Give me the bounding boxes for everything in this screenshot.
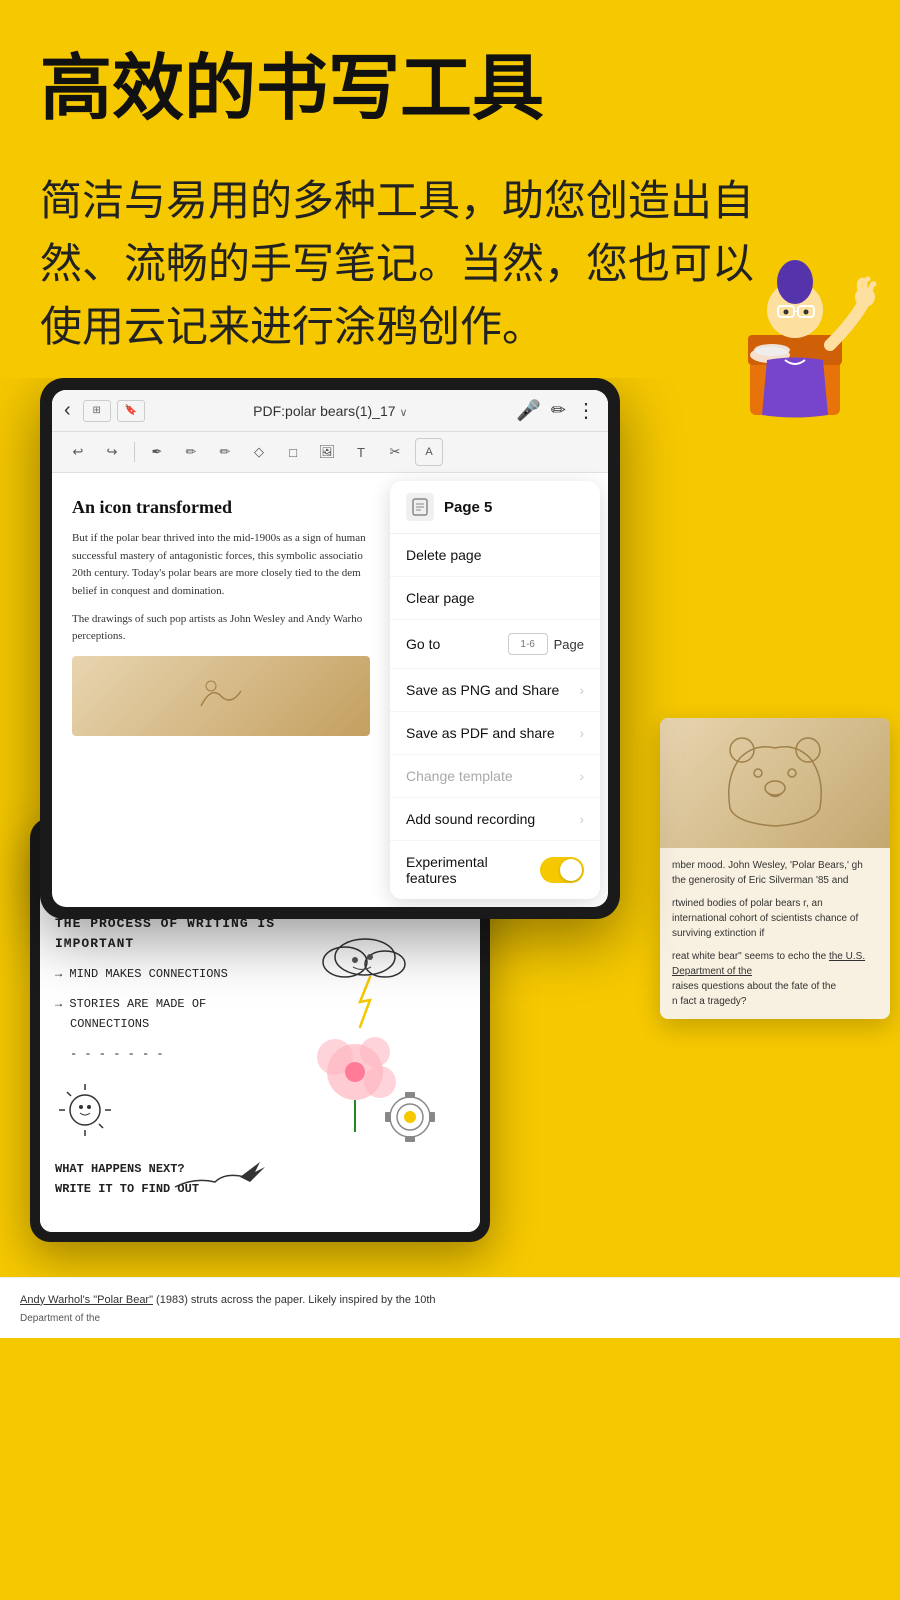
clip-tool[interactable]: ✂ xyxy=(381,438,409,466)
svg-text:WRITE IT TO FIND OUT: WRITE IT TO FIND OUT xyxy=(55,1182,199,1196)
save-png-item[interactable]: Save as PNG and Share › xyxy=(390,669,600,712)
goto-row: Page xyxy=(508,633,584,655)
handwriting-svg: THE PROCESS OF WRITING IS IMPORTANT → MI… xyxy=(40,892,480,1232)
top-section: 高效的书写工具 简洁与易用的多种工具，助您创造出自然、流畅的手写笔记。当然，您也… xyxy=(0,0,900,378)
dropdown-header: Page 5 xyxy=(390,481,600,534)
tool-divider xyxy=(134,442,135,462)
subtitle: 简洁与易用的多种工具，助您创造出自然、流畅的手写笔记。当然，您也可以使用云记来进… xyxy=(40,169,790,358)
page-title-label: Page 5 xyxy=(444,499,492,516)
pen-icon[interactable]: ✏ xyxy=(551,400,566,421)
text-tool[interactable]: T xyxy=(347,438,375,466)
pen-tool[interactable]: ✒ xyxy=(143,438,171,466)
select-tool[interactable]: □ xyxy=(279,438,307,466)
svg-text:- - - - - - -: - - - - - - - xyxy=(70,1047,164,1061)
svg-text:IMPORTANT: IMPORTANT xyxy=(55,936,134,951)
toggle-knob xyxy=(560,859,582,881)
back-button[interactable]: ‹ xyxy=(64,399,71,422)
page-icon xyxy=(406,493,434,521)
eraser-tool[interactable]: ◇ xyxy=(245,438,273,466)
grid-icon[interactable]: ⊞ xyxy=(83,400,111,422)
toolbar-icons: ⊞ 🔖 xyxy=(83,400,145,422)
handwriting-content: THE PROCESS OF WRITING IS IMPORTANT → MI… xyxy=(40,892,480,1232)
bear-sketch xyxy=(660,718,890,848)
svg-text:→ STORIES ARE MADE OF: → STORIES ARE MADE OF xyxy=(55,997,206,1011)
dropdown-menu: Page 5 Delete page Clear page Go to xyxy=(390,481,600,899)
mic-icon[interactable]: 🎤 xyxy=(516,398,541,423)
doc-para1: But if the polar bear thrived into the m… xyxy=(72,530,370,600)
add-sound-item[interactable]: Add sound recording › xyxy=(390,798,600,841)
chevron-right-icon4: › xyxy=(579,811,584,827)
main-title: 高效的书写工具 xyxy=(40,50,860,129)
save-pdf-item[interactable]: Save as PDF and share › xyxy=(390,712,600,755)
ipad-main-toolbar2: ↩ ↪ ✒ ✏ ✏ ◇ □ 🖼 T ✂ A xyxy=(52,432,608,473)
pencil-tool[interactable]: ✏ xyxy=(177,438,205,466)
svg-text:→ MIND MAKES CONNECTIONS: → MIND MAKES CONNECTIONS xyxy=(55,967,228,981)
more-icon[interactable]: ⋮ xyxy=(576,398,596,423)
right-text-1: mber mood. John Wesley, 'Polar Bears,' g… xyxy=(672,858,878,888)
experimental-item[interactable]: Experimental features xyxy=(390,841,600,899)
experimental-toggle[interactable] xyxy=(540,857,584,883)
page-number-input[interactable] xyxy=(508,633,548,655)
document-title: PDF:polar bears(1)_17 ∨ xyxy=(153,403,508,419)
chevron-right-icon3: › xyxy=(579,768,584,784)
undo-button[interactable]: ↩ xyxy=(64,438,92,466)
doc-para2: The drawings of such pop artists as John… xyxy=(72,611,370,646)
document-content: An icon transformed But if the polar bea… xyxy=(52,473,390,907)
chevron-right-icon2: › xyxy=(579,725,584,741)
font-tool[interactable]: A xyxy=(415,438,443,466)
bottom-strip: Andy Warhol's "Polar Bear" (1983) struts… xyxy=(0,1277,900,1339)
right-doc-panel: mber mood. John Wesley, 'Polar Bears,' g… xyxy=(660,718,890,1019)
bottom-strip-content: Andy Warhol's "Polar Bear" (1983) struts… xyxy=(0,1277,900,1339)
doc-title: An icon transformed xyxy=(72,497,370,518)
svg-text:CONNECTIONS: CONNECTIONS xyxy=(70,1017,149,1031)
ipad-main: ‹ ⊞ 🔖 PDF:polar bears(1)_17 ∨ 🎤 ✏ ⋮ xyxy=(60,378,640,919)
highlighter-tool[interactable]: ✏ xyxy=(211,438,239,466)
devices-wrapper: ‹ ⊞ 🔖 PDF:polar bears(1)_17 ∨ 🎤 ✏ ⋮ xyxy=(0,378,900,1338)
goto-page-item[interactable]: Go to Page xyxy=(390,620,600,669)
right-doc-text: mber mood. John Wesley, 'Polar Bears,' g… xyxy=(660,848,890,1019)
bottom-strip-text: Andy Warhol's "Polar Bear" (1983) struts… xyxy=(20,1292,880,1310)
image-tool[interactable]: 🖼 xyxy=(313,438,341,466)
change-template-item[interactable]: Change template › xyxy=(390,755,600,798)
ipad-main-toolbar: ‹ ⊞ 🔖 PDF:polar bears(1)_17 ∨ 🎤 ✏ ⋮ xyxy=(52,390,608,432)
svg-text:WHAT HAPPENS NEXT?: WHAT HAPPENS NEXT? xyxy=(55,1162,185,1176)
delete-page-item[interactable]: Delete page xyxy=(390,534,600,577)
right-text-2: rtwined bodies of polar bears r, an inte… xyxy=(672,896,878,941)
toolbar-right-actions: 🎤 ✏ ⋮ xyxy=(516,398,596,423)
right-text-3: reat white bear" seems to echo the the U… xyxy=(672,949,878,1009)
clear-page-item[interactable]: Clear page xyxy=(390,577,600,620)
chevron-right-icon: › xyxy=(579,682,584,698)
bookmark-icon[interactable]: 🔖 xyxy=(117,400,145,422)
department-text: Department of the xyxy=(20,1313,880,1324)
redo-button[interactable]: ↪ xyxy=(98,438,126,466)
